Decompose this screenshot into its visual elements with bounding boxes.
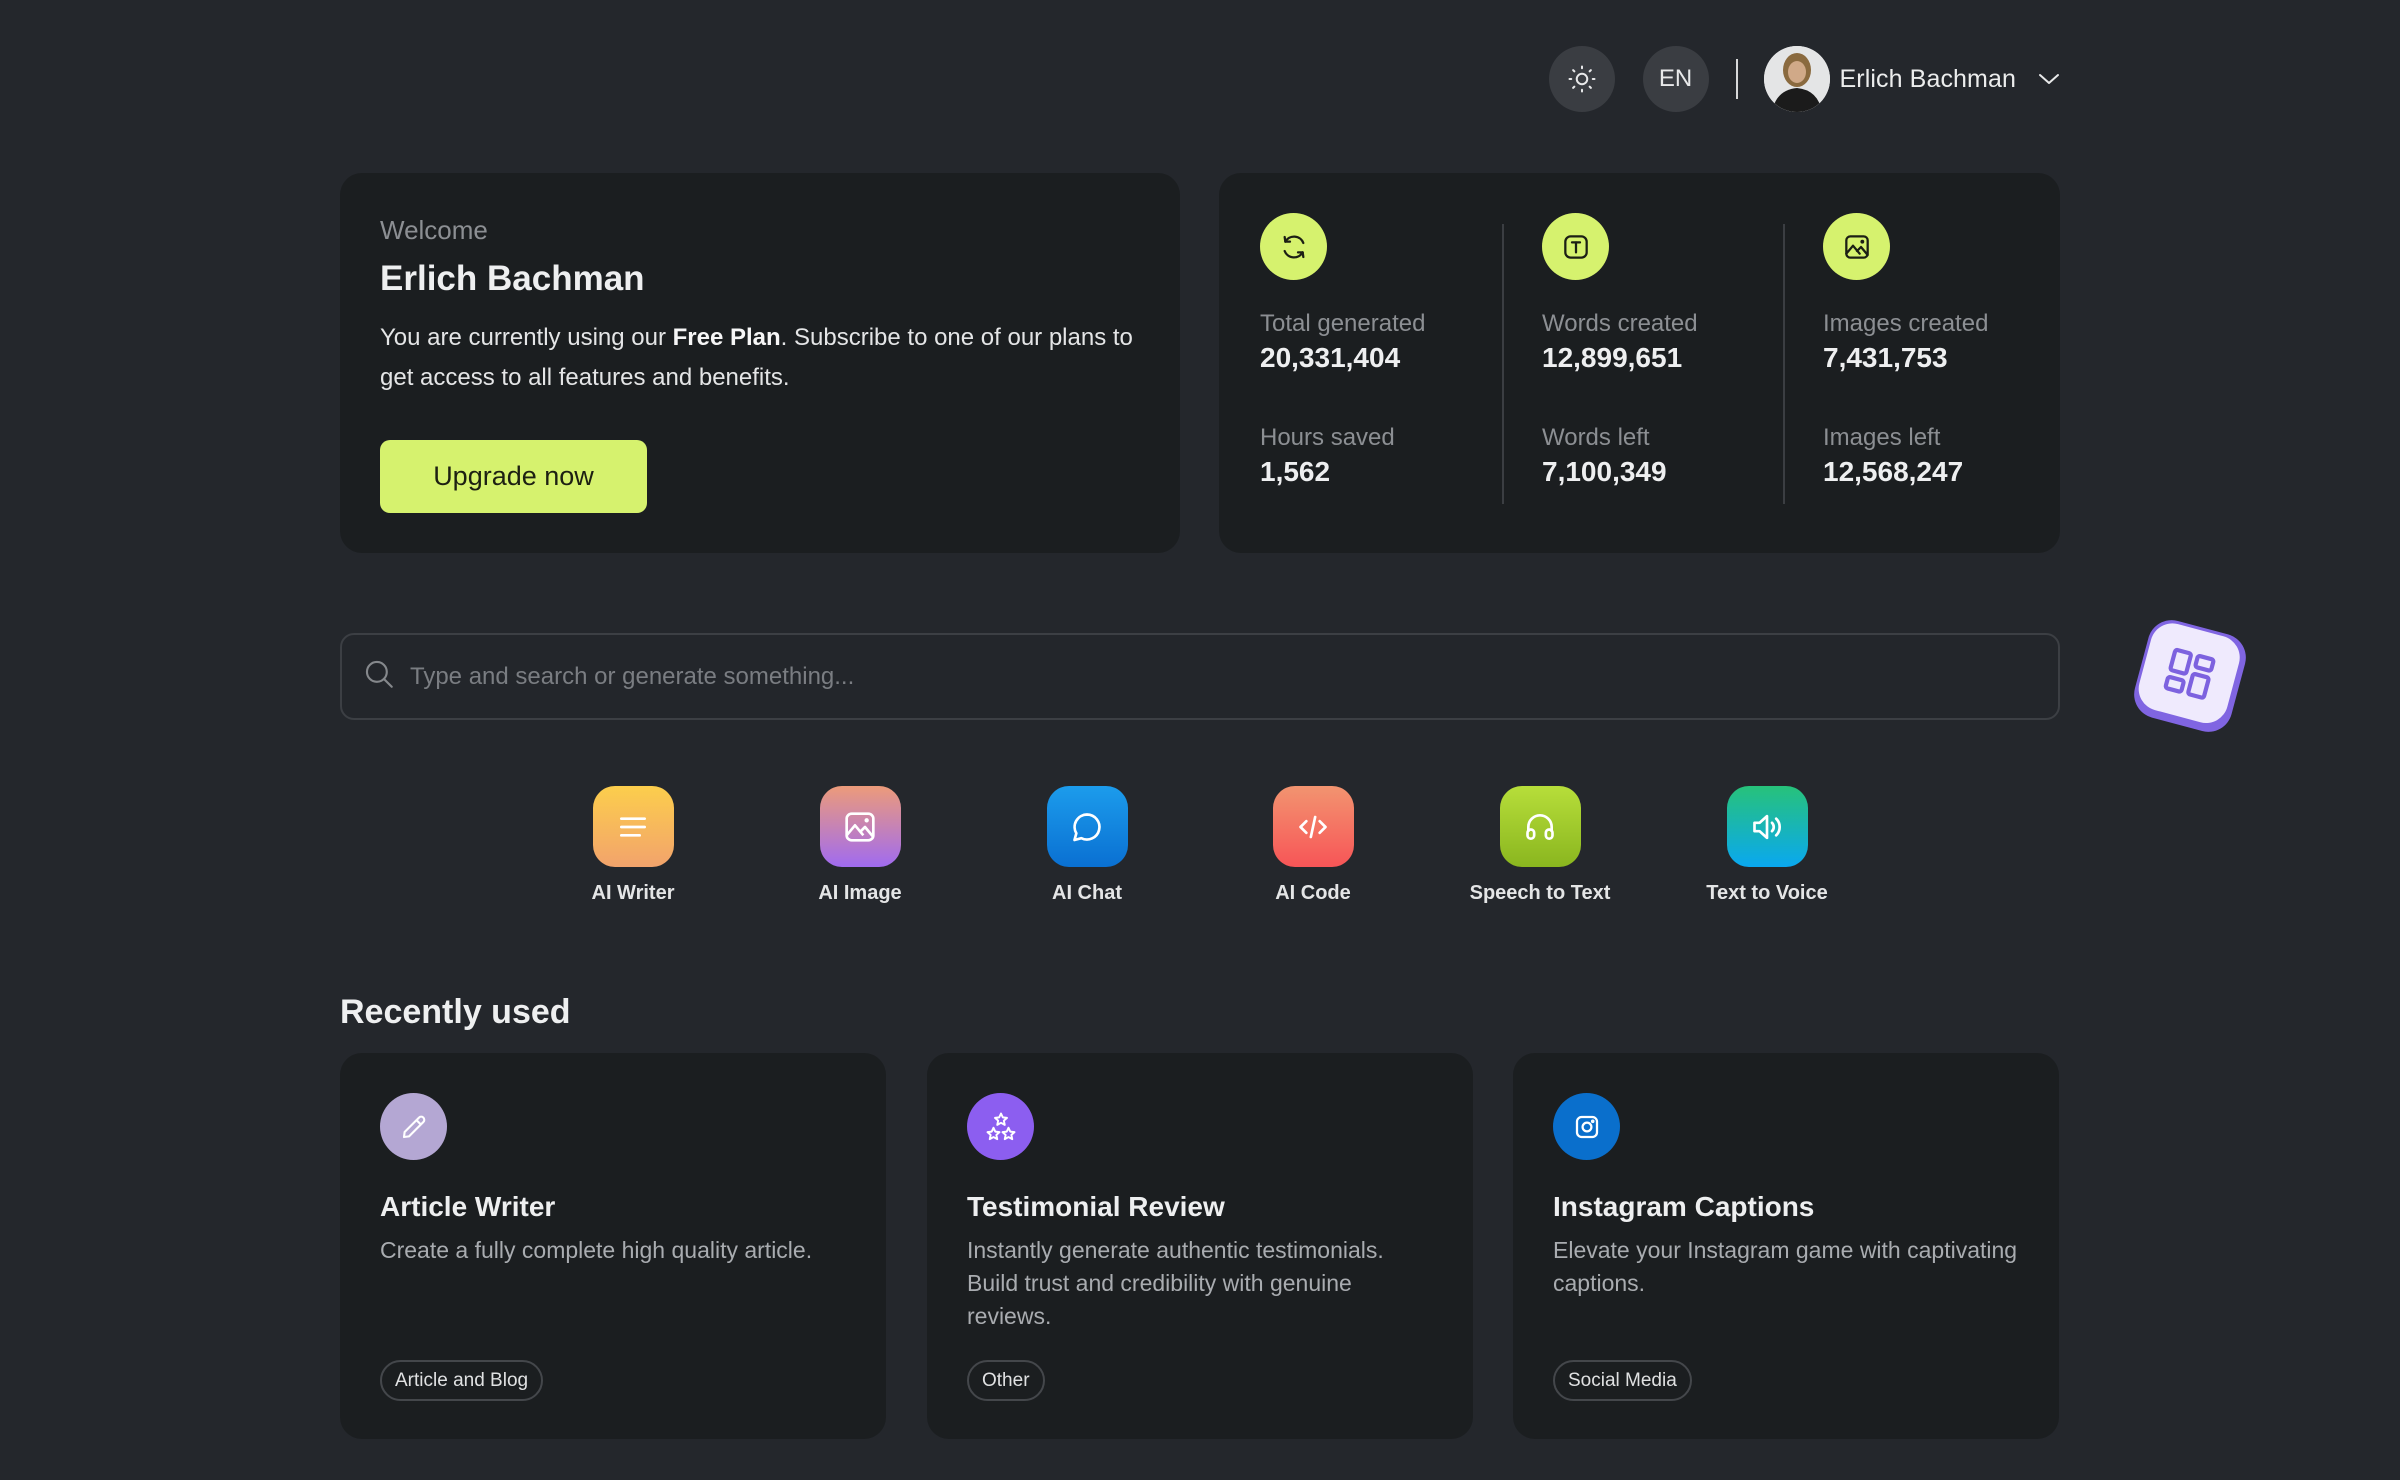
avatar (1763, 46, 1830, 112)
stat-label: Words created (1542, 310, 1698, 337)
stat-value: 12,899,651 (1542, 342, 1683, 373)
user-menu[interactable]: Erlich Bachman (1763, 46, 2060, 112)
stat-column-total: Total generated 20,331,404 Hours saved 1… (1260, 213, 1425, 487)
tool-label: Speech to Text (1469, 882, 1611, 904)
floating-dashboard-button[interactable] (2128, 614, 2252, 738)
stat-value: 12,568,247 (1823, 456, 1964, 487)
category-tag: Other (967, 1360, 1045, 1401)
tool-label: Text to Voice (1706, 882, 1828, 904)
tool-icon-bg (1726, 786, 1808, 867)
tool-icon-bg (819, 786, 901, 867)
header-divider (1735, 59, 1738, 99)
image-icon (845, 811, 875, 842)
category-tag: Social Media (1553, 1360, 1692, 1401)
search-input[interactable] (410, 662, 2058, 691)
stars-icon (986, 1112, 1015, 1140)
recently-used-heading: Recently used (340, 993, 571, 1031)
tool-icon-bg (1272, 786, 1354, 867)
stat-divider (1783, 224, 1785, 504)
speaker-icon (1753, 814, 1781, 839)
tool-label: AI Code (1275, 882, 1351, 904)
recent-card-title: Article Writer (380, 1191, 556, 1222)
dashboard-grid-icon (2163, 647, 2216, 700)
plan-text-prefix: You are currently using our (380, 324, 673, 351)
tool-icon-bg (1499, 786, 1581, 867)
stats-card: Total generated 20,331,404 Hours saved 1… (1219, 173, 2060, 553)
pencil-icon (402, 1115, 425, 1138)
upgrade-button[interactable]: Upgrade now (380, 440, 647, 513)
recent-card-article-writer[interactable]: Article Writer Create a fully complete h… (340, 1053, 886, 1439)
image-icon (1823, 213, 1890, 280)
stat-value: 7,100,349 (1542, 456, 1667, 487)
stat-label: Words left (1542, 424, 1650, 451)
stat-value: 20,331,404 (1260, 342, 1401, 373)
stat-divider (1502, 224, 1504, 504)
chat-bubble-icon (1073, 812, 1101, 841)
search-icon (362, 657, 396, 696)
tool-icon-bg (1046, 786, 1128, 867)
stat-label: Images left (1823, 424, 1941, 451)
tool-ai-code[interactable]: AI Code (1213, 786, 1413, 905)
user-name: Erlich Bachman (1839, 64, 2016, 93)
avatar-image (1763, 46, 1830, 112)
welcome-card: Welcome Erlich Bachman You are currently… (340, 173, 1180, 553)
search-bar[interactable] (340, 633, 2060, 720)
stat-column-words: Words created 12,899,651 Words left 7,10… (1542, 213, 1698, 487)
code-icon (1299, 815, 1327, 838)
tool-ai-image[interactable]: AI Image (760, 786, 960, 905)
tool-label: AI Writer (591, 882, 675, 904)
recent-card-title: Instagram Captions (1553, 1191, 1815, 1222)
recent-icon-bg (1553, 1093, 1620, 1160)
stat-column-images: Images created 7,431,753 Images left 12,… (1823, 213, 1988, 487)
recent-card-description: Create a fully complete high quality art… (380, 1237, 813, 1263)
plan-description: You are currently using our Free Plan. S… (380, 318, 1140, 398)
recent-card-instagram-captions[interactable]: Instagram Captions Elevate your Instagra… (1513, 1053, 2059, 1439)
sun-icon (1568, 65, 1596, 93)
tool-speech-to-text[interactable]: Speech to Text (1440, 786, 1640, 905)
recent-card-description: Instantly generate authentic testimonial… (967, 1237, 1384, 1329)
category-tag: Article and Blog (380, 1360, 544, 1401)
stat-label: Hours saved (1260, 424, 1395, 451)
lines-icon (620, 816, 646, 837)
recent-icon-bg (967, 1093, 1034, 1160)
text-icon (1542, 213, 1609, 280)
language-button[interactable]: EN (1642, 46, 1709, 112)
tool-text-to-voice[interactable]: Text to Voice (1667, 786, 1867, 905)
current-plan: Free Plan (672, 324, 781, 351)
recent-icon-bg (380, 1093, 447, 1160)
stat-label: Images created (1823, 310, 1989, 337)
recent-card-description: Elevate your Instagram game with captiva… (1553, 1237, 2018, 1296)
top-bar: EN Erlich Bachman (1548, 46, 2060, 112)
stat-value: 7,431,753 (1823, 342, 1948, 373)
recent-card-testimonial-review[interactable]: Testimonial Review Instantly generate au… (927, 1053, 1473, 1439)
recent-card-title: Testimonial Review (967, 1191, 1225, 1222)
instagram-icon (1575, 1115, 1598, 1138)
refresh-icon (1260, 213, 1327, 280)
stat-label: Total generated (1260, 310, 1426, 337)
welcome-user-name: Erlich Bachman (380, 259, 645, 298)
tool-icon-bg (592, 786, 674, 867)
language-label: EN (1658, 65, 1693, 92)
chevron-down-icon (2038, 72, 2060, 86)
stat-value: 1,562 (1260, 456, 1331, 487)
theme-toggle-button[interactable] (1548, 46, 1615, 112)
tool-label: AI Image (818, 882, 902, 904)
tool-label: AI Chat (1052, 882, 1122, 904)
welcome-label: Welcome (380, 215, 488, 245)
tool-ai-chat[interactable]: AI Chat (987, 786, 1187, 905)
headphones-icon (1526, 813, 1554, 840)
tool-ai-writer[interactable]: AI Writer (533, 786, 733, 905)
